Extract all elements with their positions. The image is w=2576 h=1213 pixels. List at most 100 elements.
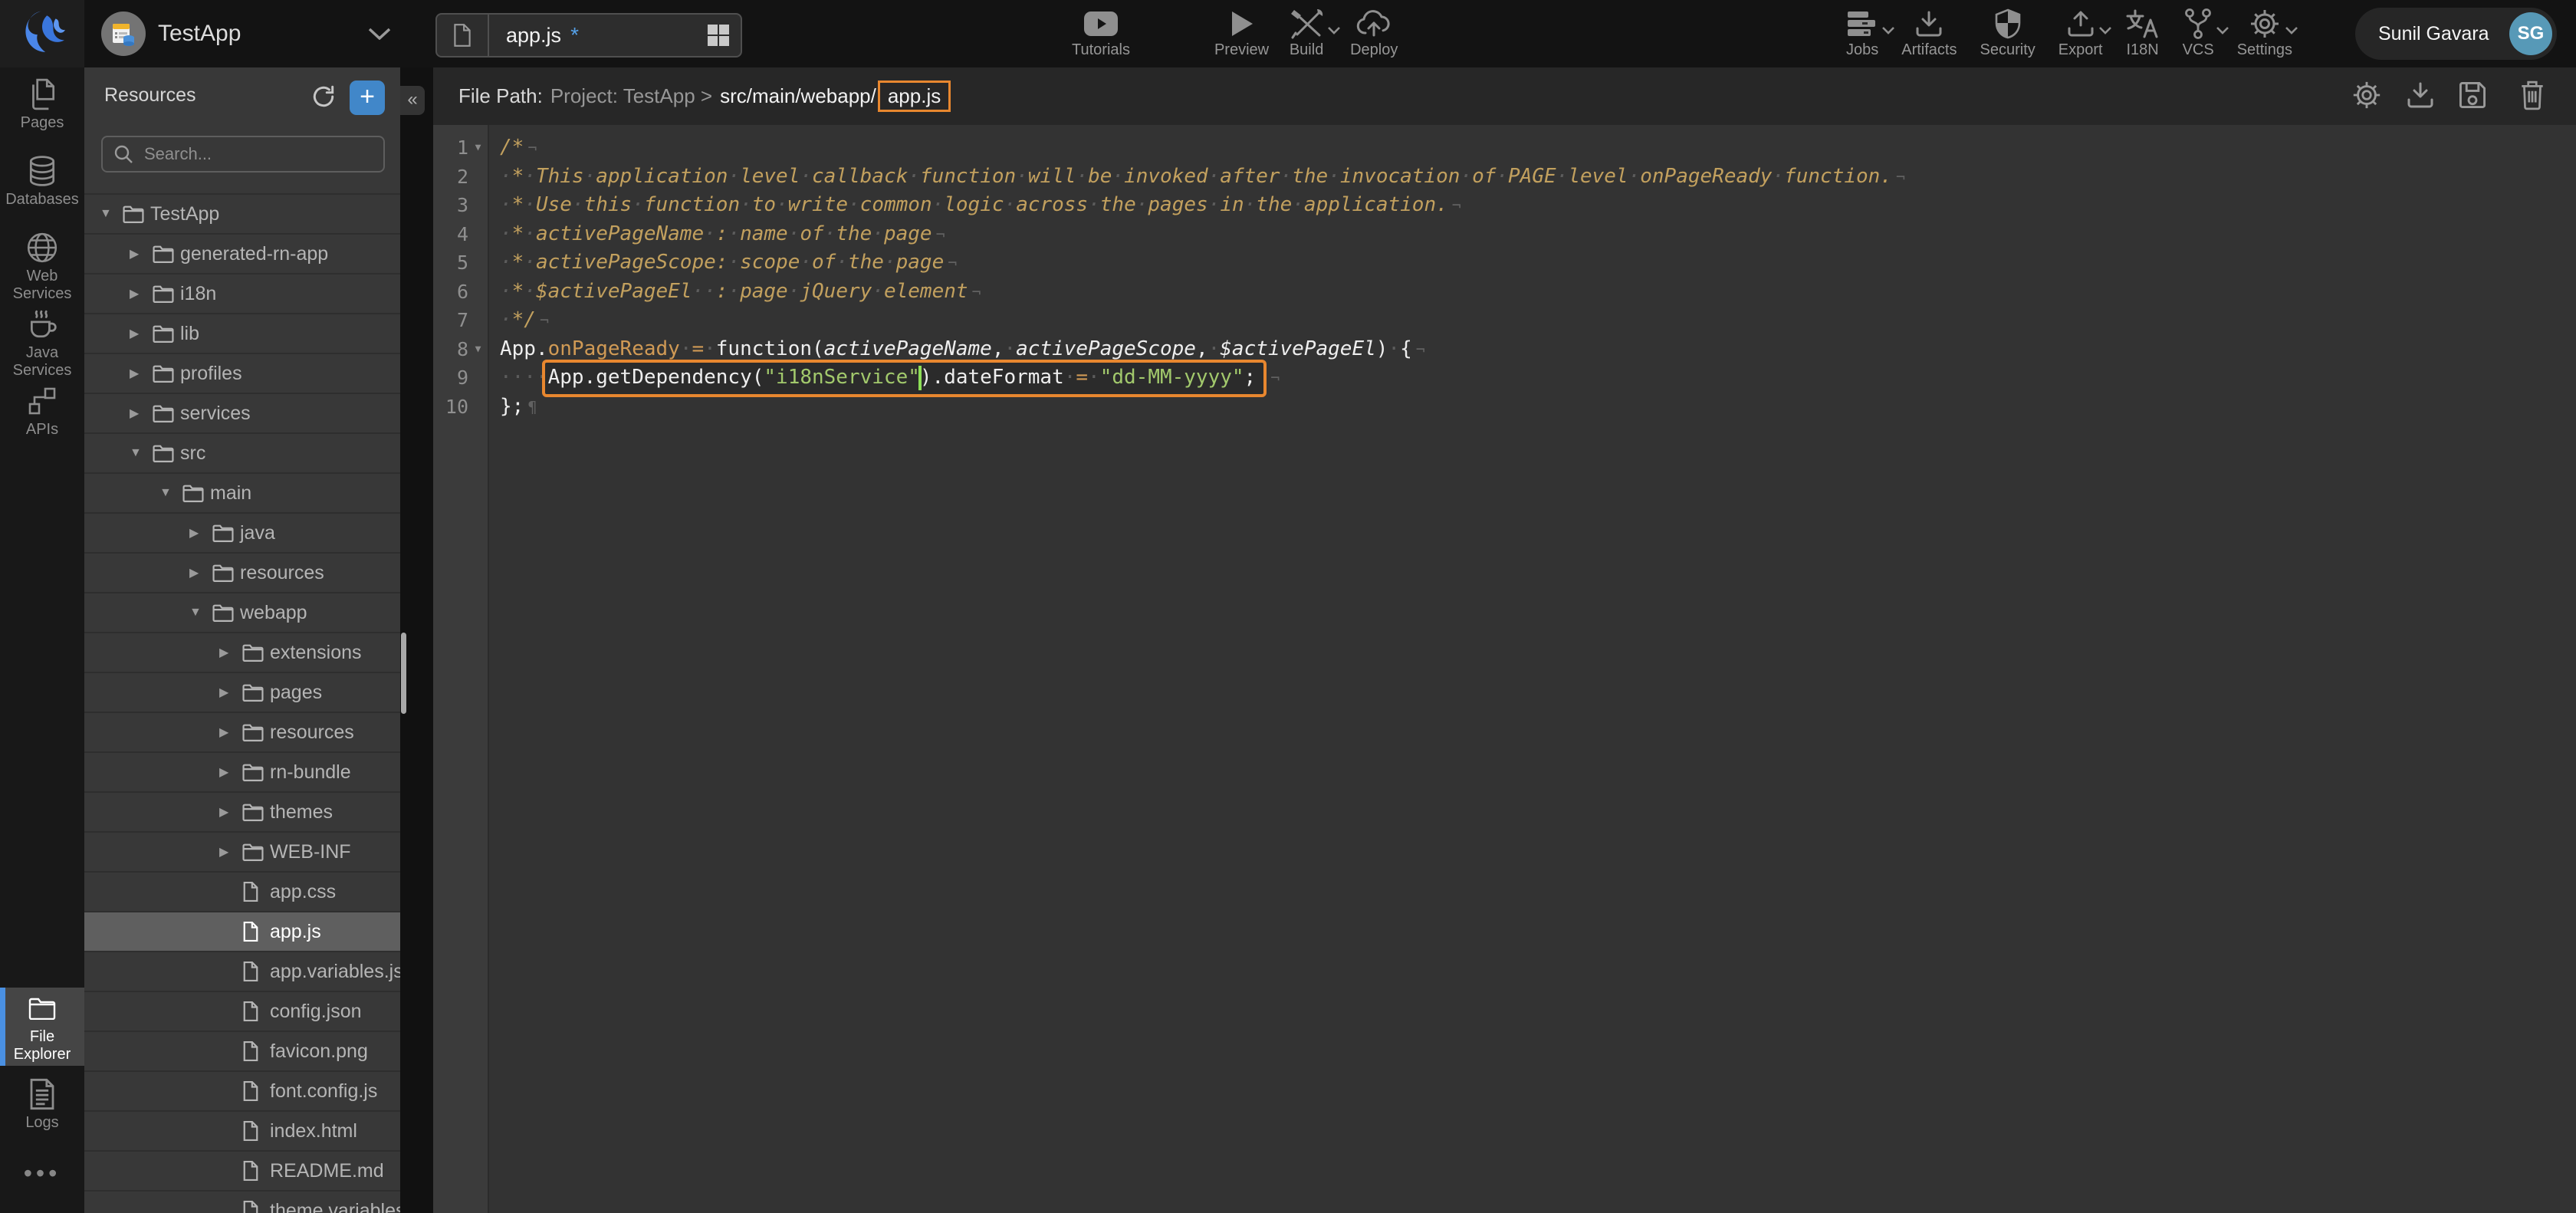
file-tab[interactable]: app.js * <box>435 13 742 58</box>
code-line-content[interactable]: ·*·activePageScope:·scope·of·the·page¬ <box>489 248 957 278</box>
action-build[interactable]: Build <box>1289 7 1324 59</box>
code-line-content[interactable]: ····App.getDependency("i18nService").dat… <box>489 363 1280 393</box>
tree-item-resources[interactable]: ▶resources <box>84 554 400 593</box>
tree-item-extensions[interactable]: ▶extensions <box>84 633 400 673</box>
tree-item-i18n[interactable]: ▶i18n <box>84 274 400 314</box>
chevron-down-icon[interactable] <box>1327 25 1341 38</box>
code-line-content[interactable]: /*¬ <box>489 133 537 163</box>
tree-item-java[interactable]: ▶java <box>84 514 400 554</box>
caret-right-icon[interactable]: ▶ <box>130 366 153 381</box>
code-line-content[interactable]: };¶ <box>489 393 537 422</box>
action-artifacts[interactable]: Artifacts <box>1901 7 1957 59</box>
refresh-button[interactable] <box>309 84 338 113</box>
tree-item-webapp[interactable]: ▼webapp <box>84 593 400 633</box>
collapse-panel-button[interactable]: « <box>400 86 425 115</box>
tree-item-font-config-js[interactable]: font.config.js <box>84 1072 400 1112</box>
caret-right-icon[interactable]: ▶ <box>130 286 153 301</box>
search-input[interactable] <box>143 143 368 165</box>
chevron-down-icon[interactable] <box>1881 25 1895 38</box>
sidebar-more-button[interactable]: ••• <box>0 1159 84 1188</box>
action-settings[interactable]: Settings <box>2237 7 2292 59</box>
add-resource-button[interactable]: + <box>350 81 385 115</box>
caret-right-icon[interactable]: ▶ <box>219 804 242 820</box>
sidebar-item-databases[interactable]: Databases <box>0 153 84 230</box>
download-file-button[interactable] <box>2404 80 2437 113</box>
action-jobs[interactable]: Jobs <box>1846 7 1878 59</box>
tree-item-themes[interactable]: ▶themes <box>84 793 400 833</box>
action-tutorials[interactable]: Tutorials <box>1072 7 1130 59</box>
action-vcs[interactable]: VCS <box>2183 7 2214 59</box>
caret-right-icon[interactable]: ▶ <box>219 685 242 700</box>
code-area[interactable]: 1▼/*¬2·*·This·application·level·callback… <box>433 125 2576 1213</box>
action-i18n[interactable]: I18N <box>2126 7 2160 59</box>
sidebar-item-file-explorer[interactable]: File Explorer <box>0 988 84 1066</box>
panel-scrollbar[interactable] <box>401 633 406 714</box>
caret-right-icon[interactable]: ▶ <box>219 844 242 860</box>
tree-item-config-json[interactable]: config.json <box>84 992 400 1032</box>
caret-down-icon[interactable]: ▼ <box>159 486 182 500</box>
action-export[interactable]: Export <box>2058 7 2103 59</box>
tree-item-app-js[interactable]: app.js <box>84 912 400 952</box>
tree-item-favicon-png[interactable]: favicon.png <box>84 1032 400 1072</box>
tree-item-index-html[interactable]: index.html <box>84 1112 400 1152</box>
chevron-down-icon[interactable] <box>2285 25 2298 38</box>
action-label: Preview <box>1214 41 1269 59</box>
tree-item-resources[interactable]: ▶resources <box>84 713 400 753</box>
tree-item-profiles[interactable]: ▶profiles <box>84 354 400 394</box>
action-preview[interactable]: Preview <box>1214 7 1269 59</box>
sidebar-item-logs[interactable]: Logs <box>0 1077 84 1153</box>
sidebar-item-java-services[interactable]: Java Services <box>0 307 84 383</box>
caret-down-icon[interactable]: ▼ <box>100 207 123 221</box>
sidebar-item-apis[interactable]: APIs <box>0 383 84 460</box>
editor-settings-button[interactable] <box>2350 80 2384 113</box>
caret-right-icon[interactable]: ▶ <box>130 406 153 421</box>
code-line-content[interactable]: ·*·activePageName·:·name·of·the·page¬ <box>489 220 945 249</box>
chevron-down-icon[interactable] <box>2216 25 2229 38</box>
code-line-content[interactable]: ·*/¬ <box>489 306 549 335</box>
tab-grid-icon[interactable] <box>707 24 730 47</box>
user-menu[interactable]: Sunil Gavara SG <box>2355 8 2557 60</box>
caret-right-icon[interactable]: ▶ <box>189 525 212 541</box>
save-file-button[interactable] <box>2456 80 2489 113</box>
fold-caret-icon[interactable]: ▼ <box>468 133 488 163</box>
caret-right-icon[interactable]: ▶ <box>189 565 212 580</box>
sidebar-item-web-services[interactable]: Web Services <box>0 230 84 307</box>
delete-file-button[interactable] <box>2515 80 2549 113</box>
sidebar-item-pages[interactable]: Pages <box>0 77 84 153</box>
tree-item-src[interactable]: ▼src <box>84 434 400 474</box>
tree-item-readme-md[interactable]: README.md <box>84 1152 400 1192</box>
tree-item-testapp[interactable]: ▼TestApp <box>84 195 400 235</box>
caret-right-icon[interactable]: ▶ <box>130 326 153 341</box>
folder-icon <box>212 603 240 622</box>
tree-item-label: generated-rn-app <box>180 243 328 265</box>
action-deploy[interactable]: Deploy <box>1350 7 1398 59</box>
tree-item-main[interactable]: ▼main <box>84 474 400 514</box>
tree-item-pages[interactable]: ▶pages <box>84 673 400 713</box>
action-security[interactable]: Security <box>1980 7 2036 59</box>
app-logo[interactable] <box>0 0 84 67</box>
file-icon <box>242 1040 270 1062</box>
tree-item-generated-rn-app[interactable]: ▶ generated-rn-app <box>84 235 400 274</box>
tree-item-web-inf[interactable]: ▶WEB-INF <box>84 833 400 873</box>
code-line-content[interactable]: ·*·$activePageEl··:·page·jQuery·element¬ <box>489 278 981 307</box>
fold-caret-icon[interactable]: ▼ <box>468 335 488 364</box>
tree-item-rn-bundle[interactable]: ▶rn-bundle <box>84 753 400 793</box>
caret-down-icon[interactable]: ▼ <box>130 446 153 460</box>
chevron-down-icon[interactable] <box>2098 25 2112 38</box>
caret-right-icon[interactable]: ▶ <box>130 246 153 261</box>
code-line-content[interactable]: ·*·This·application·level·callback·funct… <box>489 163 1905 192</box>
code-line-content[interactable]: ·*·Use·this·function·to·write·common·log… <box>489 191 1461 220</box>
whitespace-dot: · <box>524 165 536 188</box>
caret-right-icon[interactable]: ▶ <box>219 764 242 780</box>
tree-item-lib[interactable]: ▶lib <box>84 314 400 354</box>
tree-item-app-variables-js[interactable]: app.variables.js <box>84 952 400 992</box>
tree-item-services[interactable]: ▶services <box>84 394 400 434</box>
sidebar-item-label: APIs <box>26 421 58 439</box>
project-chevron-down-icon[interactable] <box>368 28 391 44</box>
caret-right-icon[interactable]: ▶ <box>219 645 242 660</box>
caret-right-icon[interactable]: ▶ <box>219 725 242 740</box>
whitespace-dot: · <box>800 251 812 274</box>
tree-item-theme-variables-js[interactable]: theme.variables.js <box>84 1192 400 1213</box>
caret-down-icon[interactable]: ▼ <box>189 606 212 620</box>
tree-item-app-css[interactable]: app.css <box>84 873 400 912</box>
